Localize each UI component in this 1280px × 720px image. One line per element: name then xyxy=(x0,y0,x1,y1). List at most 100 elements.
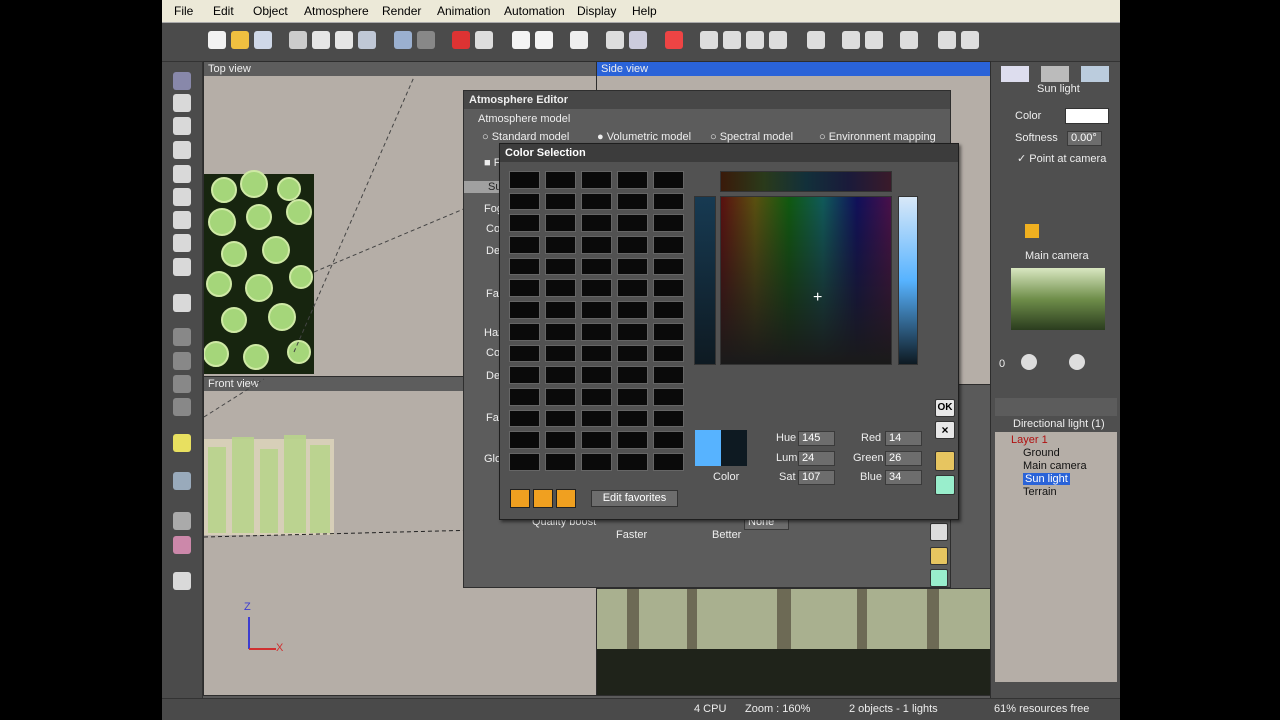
zoom-in-icon[interactable] xyxy=(746,31,764,49)
tree-sun-light[interactable]: Sun light xyxy=(1023,473,1070,485)
favorite-swatch[interactable] xyxy=(545,322,576,341)
favorite-swatch[interactable] xyxy=(617,387,648,406)
menu-render[interactable]: Render xyxy=(382,4,421,18)
model-spectral-radio[interactable]: ○ Spectral model xyxy=(710,131,793,143)
favorite-swatch[interactable] xyxy=(509,431,540,449)
favorite-swatch[interactable] xyxy=(653,257,684,276)
favorite-swatch[interactable] xyxy=(653,409,684,428)
favorite-swatch[interactable] xyxy=(617,301,648,319)
render-area-icon[interactable] xyxy=(475,31,493,49)
tree-layer-1[interactable]: Layer 1 xyxy=(1011,434,1048,446)
favorite-swatch[interactable] xyxy=(509,344,540,363)
film-icon[interactable] xyxy=(842,31,860,49)
load-atmosphere-icon[interactable] xyxy=(930,547,948,565)
favorite-swatch[interactable] xyxy=(509,171,540,189)
favorite-swatch[interactable] xyxy=(545,171,576,189)
luminance-bar[interactable] xyxy=(694,196,716,365)
paint-icon[interactable] xyxy=(606,31,624,49)
favorite-swatch[interactable] xyxy=(653,344,684,363)
grid-view-icon[interactable] xyxy=(510,489,530,508)
color-spectrum-picker[interactable]: + xyxy=(720,196,892,365)
text-icon[interactable] xyxy=(173,117,191,135)
favorite-swatch[interactable] xyxy=(653,279,684,298)
ok-button[interactable]: OK xyxy=(935,399,955,417)
favorite-swatch[interactable] xyxy=(581,387,612,406)
frame-icon[interactable] xyxy=(807,31,825,49)
favorite-swatch[interactable] xyxy=(617,236,648,254)
edit-favorites-button[interactable]: Edit favorites xyxy=(591,490,678,507)
favorite-swatch[interactable] xyxy=(581,452,612,471)
favorite-swatch[interactable] xyxy=(581,431,612,449)
paste-icon[interactable] xyxy=(335,31,353,49)
point-at-camera-checkbox[interactable]: ✓ Point at camera xyxy=(1017,152,1106,165)
primitive-icon[interactable] xyxy=(173,94,191,112)
chart-icon[interactable] xyxy=(173,512,191,530)
open-palette-icon[interactable] xyxy=(935,451,955,471)
favorite-swatch[interactable] xyxy=(545,431,576,449)
undo-icon[interactable] xyxy=(394,31,412,49)
favorite-swatch[interactable] xyxy=(545,236,576,254)
save-atmosphere-icon[interactable] xyxy=(930,569,948,587)
lum-field[interactable]: 24 xyxy=(798,451,835,466)
export-icon[interactable] xyxy=(173,572,191,590)
film-strip-icon[interactable] xyxy=(865,31,883,49)
favorite-swatch[interactable] xyxy=(509,192,540,211)
tree-main-camera[interactable]: Main camera xyxy=(1023,460,1087,472)
zoom-region-icon[interactable] xyxy=(723,31,741,49)
red-field[interactable]: 14 xyxy=(885,431,922,446)
favorite-swatch[interactable] xyxy=(509,452,540,471)
favorite-swatch[interactable] xyxy=(617,192,648,211)
save-palette-icon[interactable] xyxy=(935,475,955,495)
arrows-icon[interactable] xyxy=(173,72,191,90)
list-view-icon[interactable] xyxy=(533,489,553,508)
zoom-fit-icon[interactable] xyxy=(700,31,718,49)
favorite-swatch[interactable] xyxy=(581,279,612,298)
ruler-icon[interactable] xyxy=(1041,66,1069,82)
boolean-icon[interactable] xyxy=(173,328,191,346)
menu-automation[interactable]: Automation xyxy=(504,4,565,18)
redo-icon[interactable] xyxy=(417,31,435,49)
favorite-swatch[interactable] xyxy=(509,214,540,233)
group-icon[interactable] xyxy=(173,398,191,416)
atmosphere-checkbox[interactable]: ■ F xyxy=(484,157,500,169)
sun-color-icon[interactable] xyxy=(1025,224,1039,238)
favorite-swatch[interactable] xyxy=(581,214,612,233)
blue-field[interactable]: 34 xyxy=(885,470,922,485)
favorite-swatch[interactable] xyxy=(545,257,576,276)
favorite-swatch[interactable] xyxy=(581,322,612,341)
color-balls-icon[interactable] xyxy=(665,31,683,49)
new-atmosphere-icon[interactable] xyxy=(930,523,948,541)
menu-display[interactable]: Display xyxy=(577,4,616,18)
cloud-object-icon[interactable] xyxy=(173,188,191,206)
favorite-swatch[interactable] xyxy=(581,301,612,319)
layers-icon[interactable] xyxy=(900,31,918,49)
menu-help[interactable]: Help xyxy=(632,4,657,18)
link-icon[interactable] xyxy=(173,375,191,393)
favorite-swatch[interactable] xyxy=(653,171,684,189)
egg-icon[interactable] xyxy=(173,211,191,229)
copy-icon[interactable] xyxy=(312,31,330,49)
favorite-swatch[interactable] xyxy=(653,214,684,233)
favorite-swatch[interactable] xyxy=(653,322,684,341)
plant-icon[interactable] xyxy=(173,258,191,276)
sun-color-swatch[interactable] xyxy=(1065,108,1109,124)
favorite-swatch[interactable] xyxy=(653,301,684,319)
save-icon[interactable] xyxy=(254,31,272,49)
favorite-swatch[interactable] xyxy=(509,322,540,341)
favorite-swatch[interactable] xyxy=(545,409,576,428)
menu-atmosphere[interactable]: Atmosphere xyxy=(304,4,369,18)
favorite-swatch[interactable] xyxy=(509,409,540,428)
menu-edit[interactable]: Edit xyxy=(213,4,234,18)
hue-strip[interactable] xyxy=(720,171,892,192)
model-environment-radio[interactable]: ○ Environment mapping xyxy=(819,131,936,143)
camera-icon[interactable] xyxy=(961,31,979,49)
favorite-swatch[interactable] xyxy=(581,366,612,384)
metablob-icon[interactable] xyxy=(173,352,191,370)
weather-icon[interactable] xyxy=(535,31,553,49)
fan-icon[interactable] xyxy=(173,472,191,490)
favorite-swatch[interactable] xyxy=(617,452,648,471)
favorite-swatch[interactable] xyxy=(617,344,648,363)
cloud-icon[interactable] xyxy=(512,31,530,49)
open-folder-icon[interactable] xyxy=(231,31,249,49)
favorite-swatch[interactable] xyxy=(653,236,684,254)
